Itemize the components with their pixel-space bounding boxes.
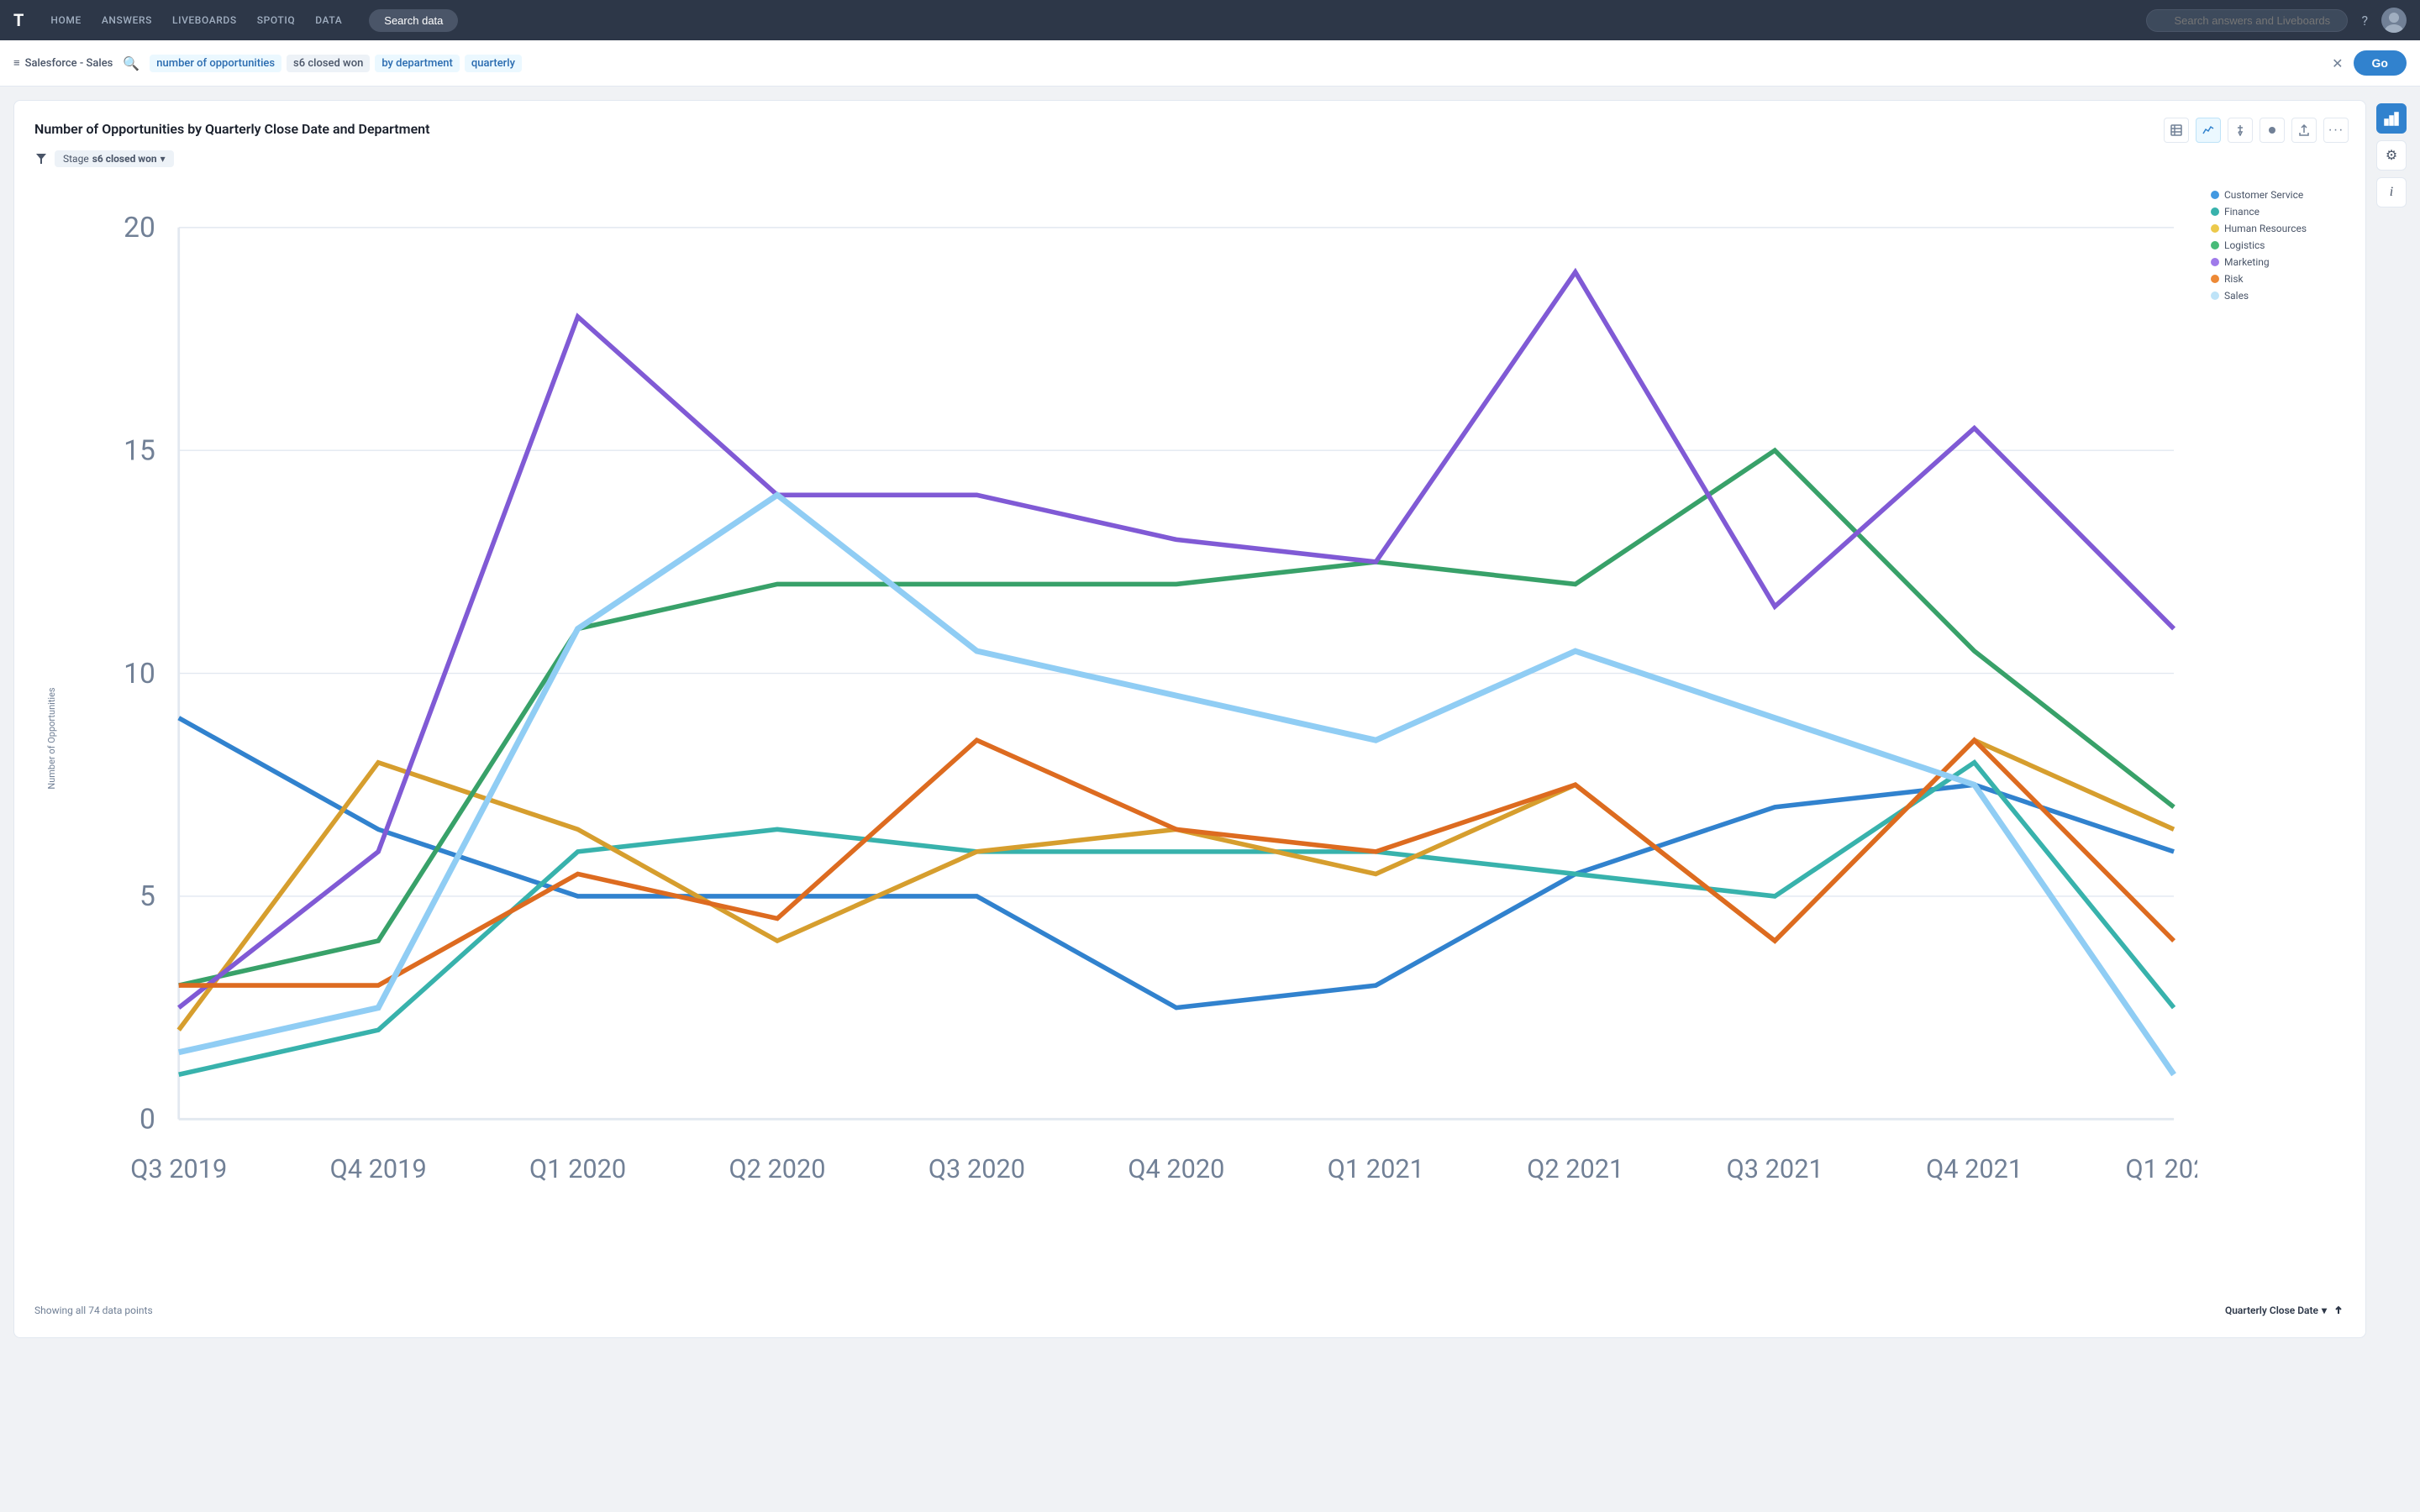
svg-text:Q4 2021: Q4 2021 [1926, 1153, 2023, 1184]
sort-direction-icon[interactable] [2332, 1304, 2345, 1317]
legend-label-finance: Finance [2224, 206, 2260, 218]
token-quarterly[interactable]: quarterly [465, 55, 522, 72]
dot-button[interactable] [2260, 118, 2285, 143]
svg-text:Q2 2021: Q2 2021 [1527, 1153, 1623, 1184]
legend-label-sales: Sales [2224, 290, 2249, 302]
info-sidebar-button[interactable]: i [2376, 177, 2407, 207]
chart-plot-area: Number of Opportunities 0 5 10 15 [34, 181, 2197, 1297]
svg-text:0: 0 [139, 1103, 155, 1136]
nav-answers[interactable]: ANSWERS [102, 11, 152, 29]
nav-data[interactable]: DATA [315, 11, 342, 29]
sort-button[interactable]: Quarterly Close Date ▾ [2225, 1305, 2327, 1316]
svg-text:20: 20 [124, 212, 155, 244]
legend-label-risk: Risk [2224, 273, 2244, 285]
svg-text:Q1 2021: Q1 2021 [1328, 1153, 1424, 1184]
legend-label-logistics: Logistics [2224, 239, 2265, 251]
svg-text:10: 10 [124, 658, 155, 690]
datasource-icon: ≡ [13, 56, 20, 70]
svg-text:Q1 2020: Q1 2020 [529, 1153, 626, 1184]
table-view-button[interactable] [2164, 118, 2189, 143]
nav-liveboards[interactable]: LIVEBOARDS [172, 11, 237, 29]
token-opportunities[interactable]: number of opportunities [150, 55, 281, 72]
legend-risk: Risk [2211, 273, 2345, 285]
legend-dot-marketing [2211, 258, 2219, 266]
datasource-name: Salesforce - Sales [25, 57, 113, 70]
chart-type-sidebar-button[interactable] [2376, 103, 2407, 134]
legend-label-customer-service: Customer Service [2224, 189, 2303, 201]
filter-label: Stage [63, 153, 89, 165]
chart-title: Number of Opportunities by Quarterly Clo… [34, 121, 2345, 137]
settings-sidebar-button[interactable]: ⚙ [2376, 140, 2407, 171]
global-search-input[interactable] [2146, 9, 2348, 32]
help-icon[interactable]: ? [2361, 13, 2368, 29]
app-logo[interactable]: T [13, 10, 24, 30]
filter-row: Stage s6 closed won ▾ [34, 150, 2345, 167]
right-sidebar: ⚙ i [2376, 100, 2407, 1338]
legend-sales: Sales [2211, 290, 2345, 302]
svg-text:Q2 2020: Q2 2020 [729, 1153, 825, 1184]
go-button[interactable]: Go [2354, 50, 2407, 76]
nav-right-area: ? [2146, 8, 2407, 33]
legend-label-marketing: Marketing [2224, 256, 2270, 268]
legend-finance: Finance [2211, 206, 2345, 218]
legend-dot-logistics [2211, 241, 2219, 249]
pin-button[interactable] [2228, 118, 2253, 143]
chart-toolbar: ··· [2164, 118, 2349, 143]
legend-dot-sales [2211, 291, 2219, 300]
chart-card: Number of Opportunities by Quarterly Clo… [13, 100, 2366, 1338]
legend-human-resources: Human Resources [2211, 223, 2345, 234]
filter-chevron: ▾ [160, 153, 166, 165]
search-data-button[interactable]: Search data [369, 9, 458, 32]
filter-icon [34, 152, 48, 165]
global-search-wrapper [2146, 9, 2348, 32]
legend-dot-human-resources [2211, 224, 2219, 233]
chart-footer: Showing all 74 data points Quarterly Clo… [34, 1304, 2345, 1317]
user-avatar[interactable] [2381, 8, 2407, 33]
legend-dot-finance [2211, 207, 2219, 216]
main-content: Number of Opportunities by Quarterly Clo… [0, 87, 2420, 1352]
token-by-department[interactable]: by department [375, 55, 460, 72]
svg-text:Q3 2019: Q3 2019 [130, 1153, 227, 1184]
line-chart-button[interactable] [2196, 118, 2221, 143]
legend-customer-service: Customer Service [2211, 189, 2345, 201]
sort-control: Quarterly Close Date ▾ [2225, 1304, 2345, 1317]
y-axis-label: Number of Opportunities [46, 688, 57, 790]
share-button[interactable] [2291, 118, 2317, 143]
legend-label-human-resources: Human Resources [2224, 223, 2307, 234]
search-icon: 🔍 [123, 55, 139, 71]
svg-text:15: 15 [124, 434, 155, 467]
nav-home[interactable]: HOME [50, 11, 81, 29]
svg-text:Q4 2019: Q4 2019 [330, 1153, 427, 1184]
chart-svg: 0 5 10 15 20 Q3 2019 Q4 2019 Q1 2020 [85, 181, 2197, 1260]
data-points-label: Showing all 74 data points [34, 1305, 153, 1316]
search-clear-button[interactable]: ✕ [2332, 55, 2343, 71]
svg-text:Q3 2020: Q3 2020 [929, 1153, 1025, 1184]
svg-text:Q3 2021: Q3 2021 [1727, 1153, 1823, 1184]
navbar: T HOME ANSWERS LIVEBOARDS SPOTIQ DATA Se… [0, 0, 2420, 40]
stage-filter-chip[interactable]: Stage s6 closed won ▾ [55, 150, 174, 167]
legend-dot-risk [2211, 275, 2219, 283]
svg-text:Q1 2022: Q1 2022 [2126, 1153, 2197, 1184]
sort-label: Quarterly Close Date [2225, 1305, 2318, 1316]
legend-logistics: Logistics [2211, 239, 2345, 251]
legend-marketing: Marketing [2211, 256, 2345, 268]
svg-text:5: 5 [139, 880, 155, 913]
legend-dot-customer-service [2211, 191, 2219, 199]
gear-icon: ⚙ [2386, 147, 2397, 164]
filter-value: s6 closed won [92, 153, 157, 165]
sort-chevron-icon: ▾ [2322, 1305, 2327, 1316]
chart-legend: Customer Service Finance Human Resources… [2211, 181, 2345, 1297]
search-bar: ≡ Salesforce - Sales 🔍 number of opportu… [0, 40, 2420, 87]
more-options-button[interactable]: ··· [2323, 118, 2349, 143]
chart-and-legend: Number of Opportunities 0 5 10 15 [34, 181, 2345, 1297]
info-icon: i [2390, 185, 2393, 200]
token-closed-won[interactable]: s6 closed won [287, 55, 370, 72]
svg-text:Q4 2020: Q4 2020 [1128, 1153, 1224, 1184]
nav-spotiq[interactable]: SPOTIQ [257, 11, 296, 29]
datasource-label[interactable]: ≡ Salesforce - Sales [13, 56, 113, 70]
search-tokens: number of opportunities s6 closed won by… [150, 55, 2322, 72]
